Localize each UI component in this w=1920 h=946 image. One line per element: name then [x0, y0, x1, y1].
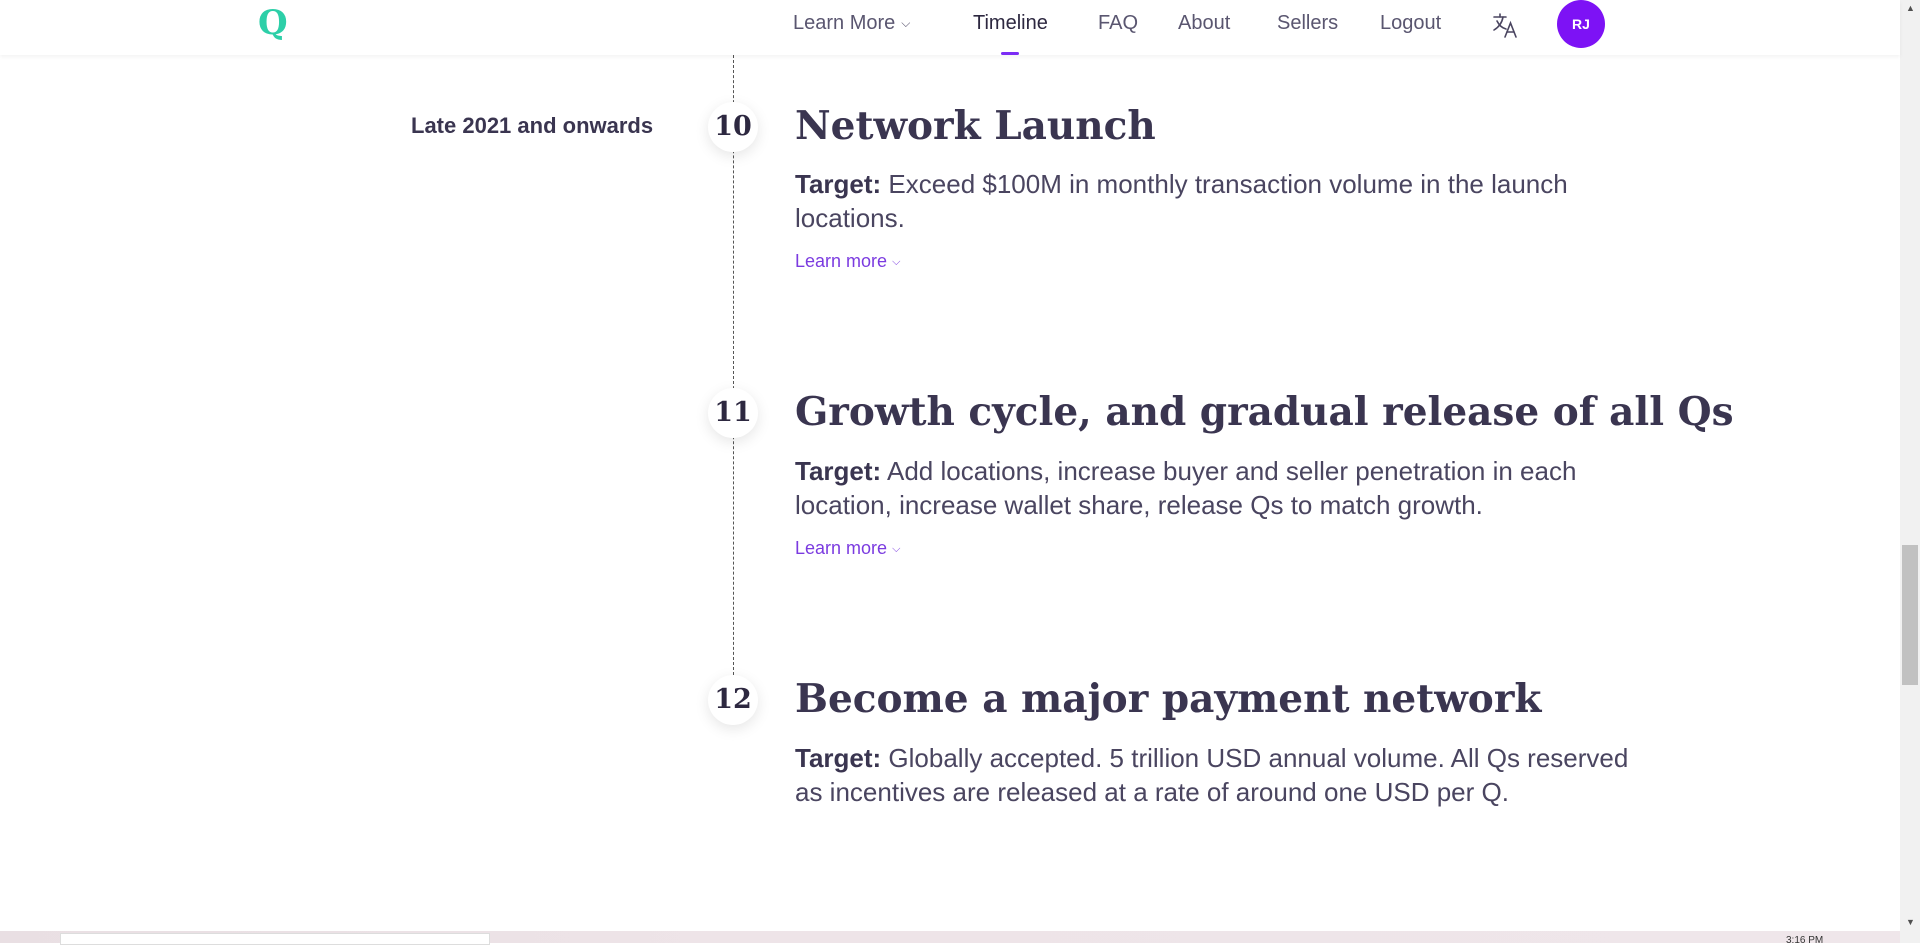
nav-timeline[interactable]: Timeline [973, 11, 1048, 55]
page-scrollbar[interactable] [1900, 0, 1920, 943]
chevron-down-icon: ⌵ [892, 543, 901, 555]
step-number-11: 11 [708, 388, 758, 438]
translate-icon[interactable] [1490, 10, 1520, 40]
learn-more-link-11[interactable]: Learn more ⌵ [795, 538, 900, 559]
scroll-up-arrow-icon[interactable]: ▲ [1906, 3, 1915, 13]
taskbar-clock: 3:16 PM [1786, 935, 1824, 946]
learn-more-label: Learn more [795, 251, 888, 271]
phase-label: Late 2021 and onwards [411, 113, 654, 138]
target-label: Target: [795, 456, 882, 486]
nav-learn-more[interactable]: Learn More ⌵ [793, 11, 910, 37]
step-target-10: Target: Exceed $100M in monthly transact… [795, 167, 1655, 235]
step-title-10: Network Launch [795, 103, 1156, 149]
step-title-11: Growth cycle, and gradual release of all… [795, 389, 1734, 435]
step-target-11: Target: Add locations, increase buyer an… [795, 454, 1655, 522]
nav-sellers[interactable]: Sellers [1277, 11, 1338, 35]
step-title-12: Become a major payment network [795, 676, 1542, 722]
q-logo[interactable]: Q [258, 2, 288, 44]
taskbar-window-tab[interactable] [60, 933, 490, 945]
learn-more-label: Learn more [795, 538, 888, 558]
nav-learn-more-label: Learn More [793, 12, 896, 34]
learn-more-link-10[interactable]: Learn more ⌵ [795, 251, 900, 272]
target-text: Add locations, increase buyer and seller… [795, 456, 1577, 520]
target-label: Target: [795, 169, 882, 199]
step-number-10: 10 [708, 102, 758, 152]
chevron-down-icon: ⌵ [892, 256, 901, 268]
nav-faq[interactable]: FAQ [1098, 11, 1138, 35]
user-avatar[interactable]: RJ [1557, 0, 1605, 48]
step-target-12: Target: Globally accepted. 5 trillion US… [795, 741, 1655, 809]
step-number-12: 12 [708, 675, 758, 725]
target-text: Exceed $100M in monthly transaction volu… [795, 169, 1568, 233]
target-text: Globally accepted. 5 trillion USD annual… [795, 743, 1629, 807]
nav-logout[interactable]: Logout [1380, 11, 1441, 35]
chevron-down-icon: ⌵ [901, 16, 911, 30]
scroll-down-arrow-icon[interactable]: ▼ [1906, 917, 1915, 927]
nav-about[interactable]: About [1178, 11, 1230, 35]
scrollbar-thumb[interactable] [1902, 545, 1918, 685]
top-nav-bar: Q Learn More ⌵ Timeline FAQ About Sellers… [0, 0, 1900, 55]
target-label: Target: [795, 743, 882, 773]
